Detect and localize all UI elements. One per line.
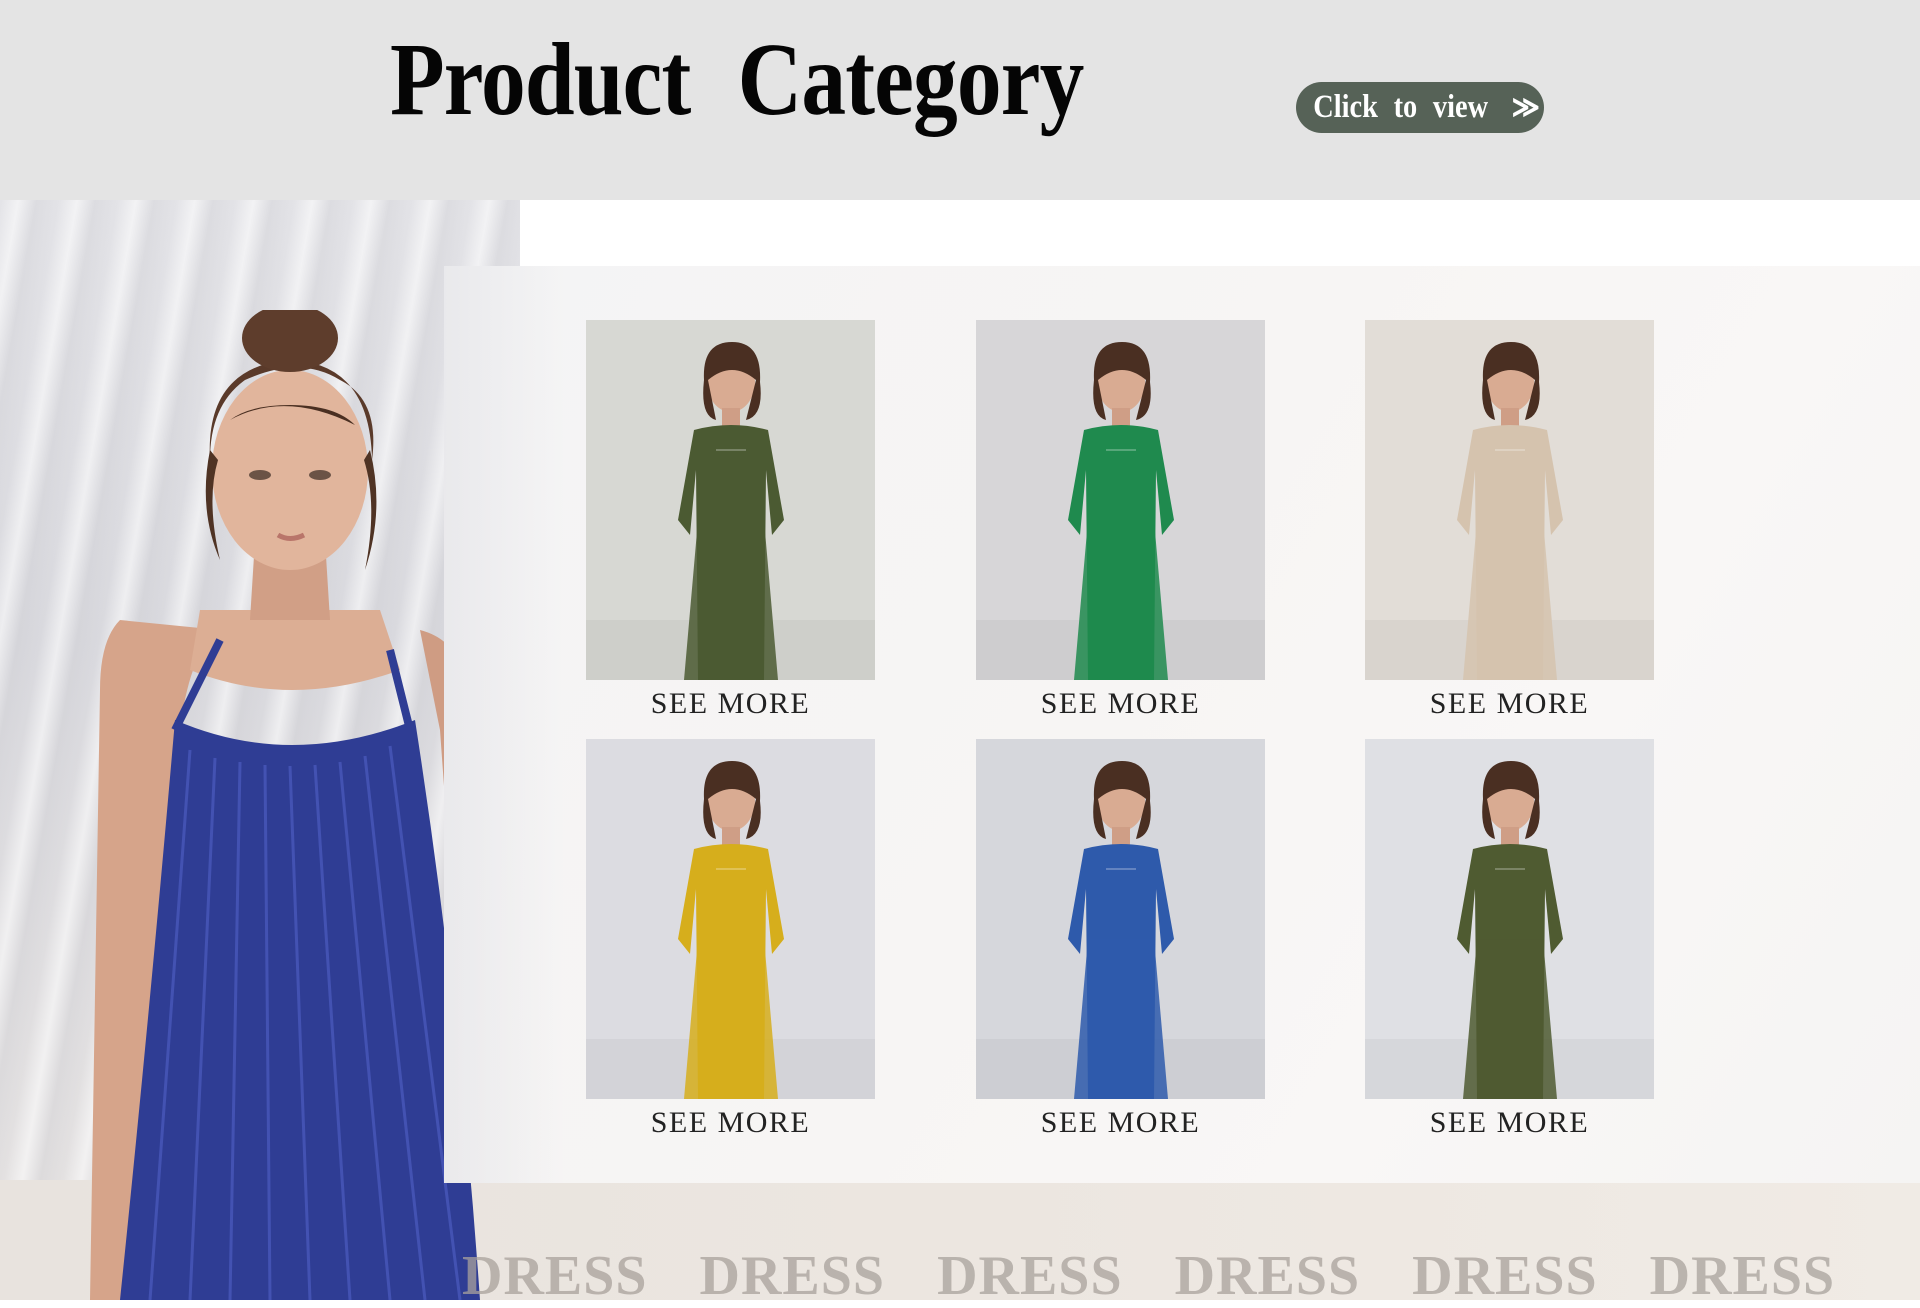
click-to-view-label: Click to view — [1312, 89, 1488, 125]
watermark-word: DRESS — [1412, 1248, 1598, 1307]
product-image[interactable] — [976, 739, 1265, 1099]
product-card[interactable]: SEE MORE — [1365, 739, 1654, 1143]
click-to-view-button[interactable]: Click to view ≫ — [1296, 82, 1544, 133]
product-image[interactable] — [586, 739, 875, 1099]
product-image[interactable] — [976, 320, 1265, 680]
watermark-word: DRESS — [937, 1248, 1123, 1307]
product-card[interactable]: SEE MORE — [976, 739, 1265, 1143]
header-bar: Product Category Click to view ≫ — [0, 0, 1920, 200]
product-card[interactable]: SEE MORE — [586, 739, 875, 1143]
product-card[interactable]: SEE MORE — [976, 320, 1265, 724]
see-more-link[interactable]: SEE MORE — [1365, 1103, 1654, 1143]
product-card[interactable]: SEE MORE — [586, 320, 875, 724]
see-more-link[interactable]: SEE MORE — [586, 1103, 875, 1143]
double-chevron-right-icon: ≫ — [1511, 91, 1540, 124]
product-image[interactable] — [1365, 739, 1654, 1099]
product-card[interactable]: SEE MORE — [1365, 320, 1654, 724]
watermark-word: DRESS — [462, 1248, 648, 1307]
dress-watermark: DRESS DRESS DRESS DRESS DRESS DRESS — [462, 1248, 1835, 1308]
product-image[interactable] — [586, 320, 875, 680]
watermark-word: DRESS — [1649, 1248, 1836, 1307]
see-more-link[interactable]: SEE MORE — [1365, 684, 1654, 724]
page-title: Product Category — [390, 22, 1084, 137]
see-more-link[interactable]: SEE MORE — [586, 684, 875, 724]
see-more-link[interactable]: SEE MORE — [976, 1103, 1265, 1143]
watermark-word: DRESS — [699, 1248, 886, 1307]
product-image[interactable] — [1365, 320, 1654, 680]
watermark-word: DRESS — [1174, 1248, 1361, 1307]
see-more-link[interactable]: SEE MORE — [976, 684, 1265, 724]
hero-model-image — [80, 310, 500, 1300]
